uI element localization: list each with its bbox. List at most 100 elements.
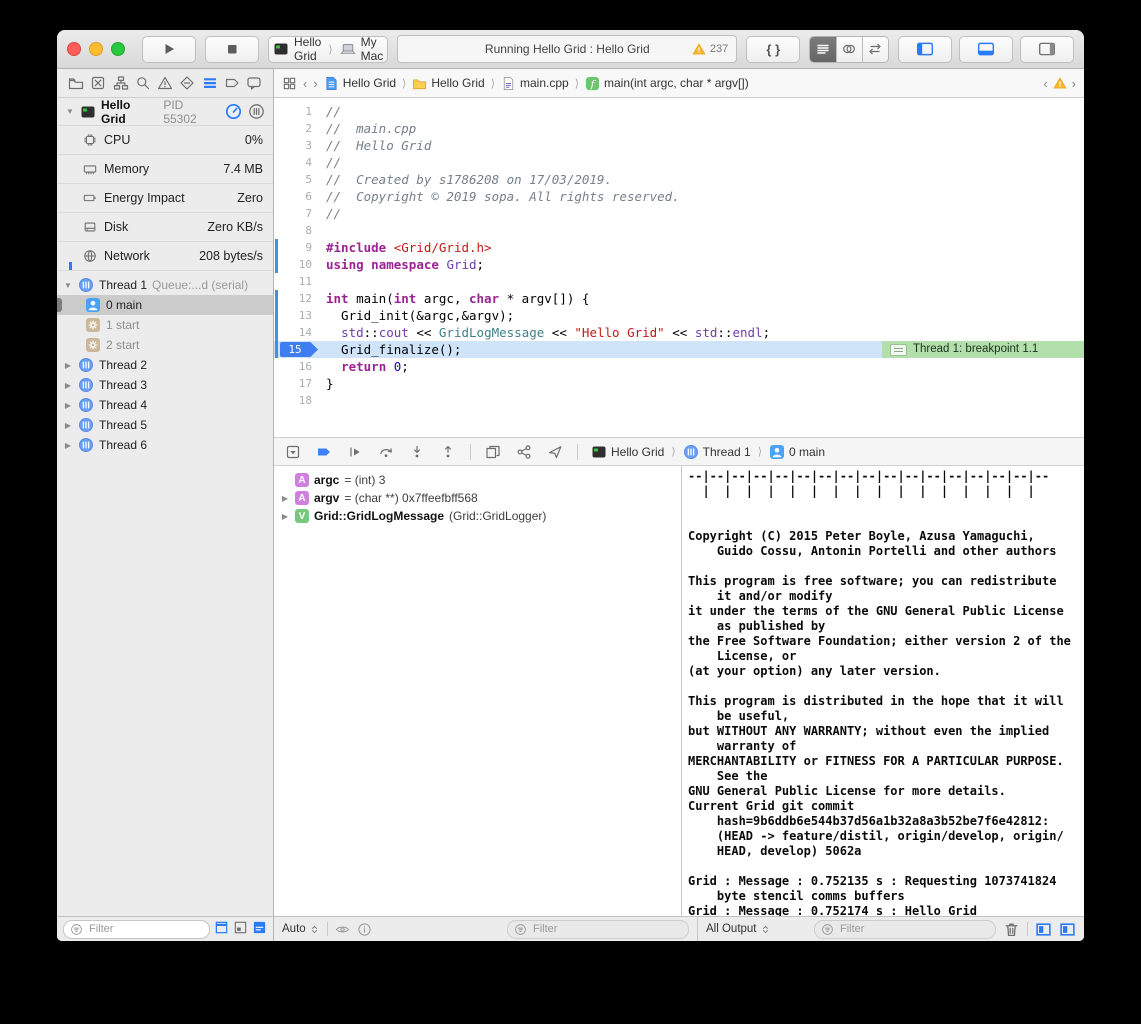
code-line[interactable]: 2// main.cpp xyxy=(274,120,1084,137)
tab-hierarchy-navigator[interactable] xyxy=(111,72,131,94)
code-line[interactable]: 12int main(int argc, char * argv[]) { xyxy=(274,290,1084,307)
line-number-gutter[interactable]: 12 xyxy=(274,290,320,307)
continue-button[interactable] xyxy=(346,443,364,461)
view-hierarchy-button[interactable] xyxy=(484,443,502,461)
breadcrumb-item[interactable]: Hello Grid xyxy=(412,76,484,91)
breadcrumb-item[interactable]: main.cpp xyxy=(501,76,569,91)
line-number-gutter[interactable]: 1 xyxy=(274,103,320,120)
code-line[interactable]: 6// Copyright © 2019 sopa. All rights re… xyxy=(274,188,1084,205)
line-number-gutter[interactable]: 15 xyxy=(274,341,320,358)
console-pane-toggle-icon[interactable] xyxy=(1059,921,1076,938)
code-line[interactable]: 1// xyxy=(274,103,1084,120)
exception-toggle-icon[interactable] xyxy=(214,920,229,938)
thread-row[interactable]: ▼Thread 1Queue:...d (serial) xyxy=(57,275,273,295)
run-button[interactable] xyxy=(142,36,196,63)
tab-test-navigator[interactable] xyxy=(177,72,197,94)
trash-icon[interactable] xyxy=(1003,921,1020,938)
code-line[interactable]: 3// Hello Grid xyxy=(274,137,1084,154)
gauge-row-cpu[interactable]: CPU0% xyxy=(57,125,273,154)
gauge-indicator-icon[interactable] xyxy=(225,103,242,120)
console-filter-field[interactable] xyxy=(814,920,996,939)
console-filter-input[interactable] xyxy=(838,922,989,936)
thread-row[interactable]: ▶Thread 4 xyxy=(57,395,273,415)
breakpoints-toggle-button[interactable] xyxy=(315,443,333,461)
disclosure-triangle[interactable]: ▶ xyxy=(63,401,73,410)
breadcrumb-item[interactable]: fmain(int argc, char * argv[]) xyxy=(585,76,749,91)
stack-frame-row[interactable]: 0 main xyxy=(57,295,273,315)
variable-row[interactable]: ▶VGrid::GridLogMessage(Grid::GridLogger) xyxy=(274,507,681,525)
hide-debug-area-button[interactable] xyxy=(284,443,302,461)
line-number-gutter[interactable]: 8 xyxy=(274,222,320,239)
eye-icon[interactable] xyxy=(335,922,350,937)
code-snippets-button[interactable]: { } xyxy=(746,36,800,63)
line-number-gutter[interactable]: 10 xyxy=(274,256,320,273)
thread-row[interactable]: ▶Thread 6 xyxy=(57,435,273,455)
disclosure-triangle[interactable]: ▶ xyxy=(280,512,290,521)
stop-button[interactable] xyxy=(205,36,259,63)
variables-view[interactable]: Aargc= (int) 3▶Aargv= (char **) 0x7ffeef… xyxy=(274,466,682,916)
line-number-gutter[interactable]: 7 xyxy=(274,205,320,222)
thread-row[interactable]: ▶Thread 5 xyxy=(57,415,273,435)
code-line[interactable]: 9#include <Grid/Grid.h> xyxy=(274,239,1084,256)
memory-graph-button[interactable] xyxy=(515,443,533,461)
code-line[interactable]: 10using namespace Grid; xyxy=(274,256,1084,273)
code-line[interactable]: 7// xyxy=(274,205,1084,222)
assistant-editor-button[interactable] xyxy=(836,37,862,62)
code-line[interactable]: 17} xyxy=(274,375,1084,392)
standard-editor-button[interactable] xyxy=(810,37,835,62)
code-line[interactable]: 14 std::cout << GridLogMessage << "Hello… xyxy=(274,324,1084,341)
variable-row[interactable]: ▶Aargv= (char **) 0x7ffeefbff568 xyxy=(274,489,681,507)
navigator-filter-field[interactable] xyxy=(63,920,210,939)
stack-frame-row[interactable]: 2 start xyxy=(57,335,273,355)
disclosure-triangle[interactable]: ▶ xyxy=(63,441,73,450)
next-issue-button[interactable]: › xyxy=(1072,76,1076,91)
line-number-gutter[interactable]: 6 xyxy=(274,188,320,205)
frames-toggle-icon[interactable] xyxy=(233,920,248,938)
back-button[interactable]: ‹ xyxy=(303,76,307,91)
variables-filter-field[interactable] xyxy=(507,920,689,939)
zoom-window-button[interactable] xyxy=(111,42,125,56)
line-number-gutter[interactable]: 9 xyxy=(274,239,320,256)
tab-report-navigator[interactable] xyxy=(244,72,264,94)
thread-row[interactable]: ▶Thread 2 xyxy=(57,355,273,375)
line-number-gutter[interactable]: 2 xyxy=(274,120,320,137)
disclosure-triangle[interactable]: ▼ xyxy=(63,281,73,290)
debug-breadcrumb-item[interactable]: Thread 1 xyxy=(683,444,751,460)
line-number-gutter[interactable]: 3 xyxy=(274,137,320,154)
console-output-dropdown[interactable]: All Output xyxy=(706,923,771,935)
variables-filter-input[interactable] xyxy=(531,922,682,936)
tab-issue-navigator[interactable] xyxy=(155,72,175,94)
gauge-row-network[interactable]: Network208 bytes/s xyxy=(57,241,273,271)
toggle-navigator-button[interactable] xyxy=(898,36,952,63)
info-icon[interactable] xyxy=(357,922,372,937)
step-into-button[interactable] xyxy=(408,443,426,461)
minimize-window-button[interactable] xyxy=(89,42,103,56)
vars-pane-toggle-icon[interactable] xyxy=(1035,921,1052,938)
related-items-icon[interactable] xyxy=(282,76,297,91)
navigator-filter-input[interactable] xyxy=(87,922,203,936)
line-number-gutter[interactable]: 17 xyxy=(274,375,320,392)
code-line[interactable]: 5// Created by s1786208 on 17/03/2019. xyxy=(274,171,1084,188)
breakpoint-instruction-pointer[interactable]: 15 xyxy=(280,342,318,357)
close-window-button[interactable] xyxy=(67,42,81,56)
warning-icon[interactable] xyxy=(1053,76,1067,90)
step-out-button[interactable] xyxy=(439,443,457,461)
code-line[interactable]: 16 return 0; xyxy=(274,358,1084,375)
disclosure-triangle[interactable]: ▶ xyxy=(63,361,73,370)
gauge-row-disk[interactable]: DiskZero KB/s xyxy=(57,212,273,241)
toggle-debug-area-button[interactable] xyxy=(959,36,1013,63)
code-line[interactable]: 18 xyxy=(274,392,1084,409)
scheme-selector[interactable]: Hello Grid ⟩ My Mac xyxy=(268,36,388,63)
line-number-gutter[interactable]: 4 xyxy=(274,154,320,171)
line-number-gutter[interactable]: 16 xyxy=(274,358,320,375)
debug-breadcrumb-item[interactable]: 0 main xyxy=(769,444,825,460)
line-number-gutter[interactable]: 5 xyxy=(274,171,320,188)
disclosure-triangle[interactable]: ▶ xyxy=(280,494,290,503)
debug-breadcrumb-item[interactable]: Hello Grid xyxy=(591,444,664,460)
tab-debug-navigator[interactable] xyxy=(200,72,220,94)
line-number-gutter[interactable]: 13 xyxy=(274,307,320,324)
code-line[interactable]: 13 Grid_init(&argc,&argv); xyxy=(274,307,1084,324)
forward-button[interactable]: › xyxy=(313,76,317,91)
console-output[interactable]: --|--|--|--|--|--|--|--|--|--|--|--|--|-… xyxy=(682,466,1084,916)
toggle-inspector-button[interactable] xyxy=(1020,36,1074,63)
